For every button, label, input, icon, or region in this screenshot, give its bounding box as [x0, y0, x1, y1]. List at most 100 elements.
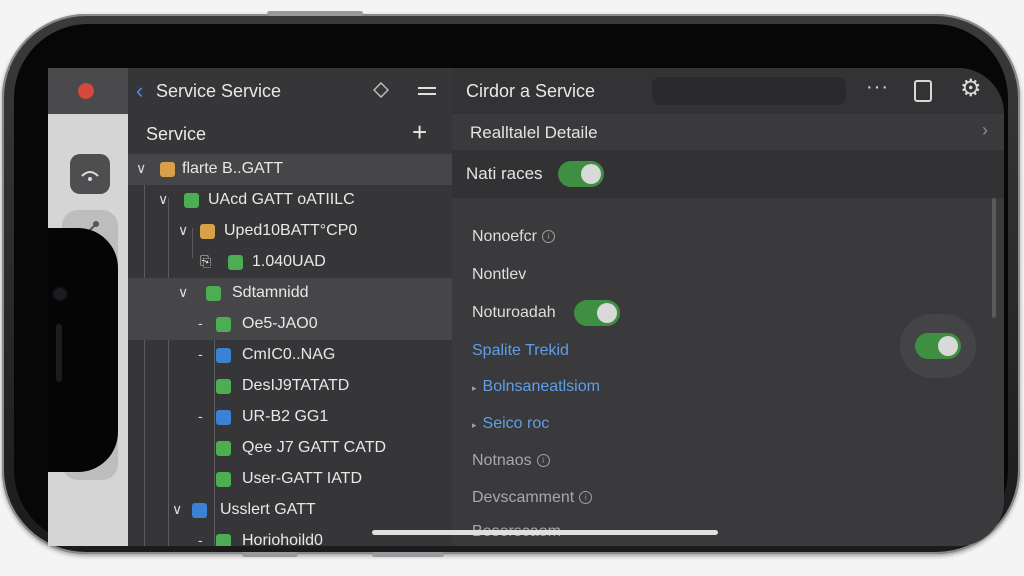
characteristic-icon: [216, 472, 231, 487]
diamond-icon[interactable]: [373, 82, 389, 98]
characteristic-icon: [228, 255, 243, 270]
tree-label: CmIC0..NAG: [242, 346, 336, 363]
detail-title: Cirdor a Service: [466, 81, 596, 101]
setting-toggle[interactable]: [574, 300, 620, 326]
home-indicator[interactable]: [372, 530, 718, 535]
bezel: ‹ Service Service Service + ∨ flarte B..…: [14, 24, 1008, 546]
dash-icon: -: [198, 532, 203, 546]
side-button: [242, 552, 298, 557]
detail-item[interactable]: ▸ Bolnsaneatlsiom: [472, 378, 600, 396]
detail-item-label: Noturoadah: [472, 304, 556, 321]
sidebar-title: Service Service: [156, 81, 282, 101]
floating-toggle[interactable]: [915, 333, 961, 359]
tree-label: DesIJ9TATATD: [242, 377, 350, 394]
chevron-down-icon: ∨: [178, 222, 189, 238]
tree-label: Uped10BATT°CP0: [224, 222, 358, 239]
detail-item-label: Devscamment: [472, 489, 575, 506]
info-icon[interactable]: i: [579, 491, 593, 505]
detail-item-label: Bolnsaneatlsiom: [482, 378, 600, 395]
detail-item-label: Nontlev: [472, 266, 527, 283]
scrollbar[interactable]: [992, 198, 996, 318]
toggle-knob: [938, 336, 958, 356]
tree-row[interactable]: - Oe5-JAO0: [128, 309, 452, 340]
folder-icon: [200, 224, 215, 239]
tree-row[interactable]: ∨ Usslert GATT: [128, 495, 452, 526]
key-icon: [216, 348, 231, 363]
folder-icon: [160, 162, 175, 177]
detail-item[interactable]: Nonoefcr i: [472, 228, 555, 246]
search-field[interactable]: [652, 77, 846, 105]
add-button[interactable]: +: [412, 118, 427, 146]
notifications-toggle[interactable]: [558, 161, 604, 187]
detail-item[interactable]: Noturoadah: [472, 304, 556, 322]
detail-item-label: Nonoefcr: [472, 228, 537, 245]
tree-label: Usslert GATT: [220, 501, 316, 518]
rail-header: [48, 68, 128, 114]
toggle-knob: [581, 164, 601, 184]
tree-label: Horiohoild0: [242, 532, 323, 546]
tree-row[interactable]: Qee J7 GATT CATD: [128, 433, 452, 464]
characteristic-icon: [216, 534, 231, 546]
document-icon: ⎘: [200, 253, 212, 269]
section-header: Service +: [128, 114, 452, 154]
tree-label: Sdtamnidd: [232, 284, 309, 301]
tree-row[interactable]: - CmIC0..NAG: [128, 340, 452, 371]
volume-button: [267, 11, 363, 16]
detail-item-label: Spalite Trekid: [472, 342, 569, 359]
tree-row[interactable]: ∨ flarte B..GATT: [128, 154, 452, 185]
side-button: [372, 552, 444, 557]
tree-row[interactable]: ∨ Sdtamnidd: [128, 278, 452, 309]
sidebar-header: ‹ Service Service: [128, 68, 452, 114]
record-icon[interactable]: [78, 83, 94, 99]
info-icon[interactable]: i: [541, 230, 555, 244]
bullet-icon: ▸: [472, 383, 477, 393]
detail-item-label: Seico roc: [482, 415, 550, 432]
tree-row[interactable]: ∨ UAcd GATT oATIILC: [128, 185, 452, 216]
wifi-icon: [81, 171, 99, 181]
detail-subtitle: Realltalel Detaile: [470, 123, 598, 142]
tree-label: UR-B2 GG1: [242, 408, 329, 425]
tree-row[interactable]: ∨ Uped10BATT°CP0: [128, 216, 452, 247]
tree-label: flarte B..GATT: [182, 160, 284, 177]
camera-notch: [48, 228, 118, 472]
tree-row[interactable]: - UR-B2 GG1: [128, 402, 452, 433]
chevron-right-icon: ›: [982, 120, 988, 140]
info-icon[interactable]: i: [536, 454, 550, 468]
detail-header: Cirdor a Service ··· ⚙: [452, 68, 1004, 114]
phone-frame: ‹ Service Service Service + ∨ flarte B..…: [2, 11, 1020, 557]
service-icon: [184, 193, 199, 208]
rail-button[interactable]: [70, 154, 110, 194]
service-icon: [192, 503, 207, 518]
detail-item-label: Notnaos: [472, 452, 532, 469]
detail-item[interactable]: Spalite Trekid: [472, 342, 569, 360]
tree-row[interactable]: ⎘ 1.040UAD: [128, 247, 452, 278]
detail-item[interactable]: Devscamment i: [472, 489, 593, 507]
toggle-label: Nati races: [466, 164, 543, 183]
service-icon: [206, 286, 221, 301]
toggle-knob: [597, 303, 617, 323]
tree-label: User-GATT IATD: [242, 470, 362, 487]
tree-row[interactable]: User-GATT IATD: [128, 464, 452, 495]
tree-row[interactable]: - Horiohoild0: [128, 526, 452, 546]
tree-label: Qee J7 GATT CATD: [242, 439, 387, 456]
back-chevron-icon[interactable]: ‹: [136, 80, 143, 102]
toggle-row: Nati races: [452, 150, 1004, 198]
detail-item[interactable]: Nontlev: [472, 266, 526, 284]
check-icon: [216, 410, 231, 425]
detail-item[interactable]: Notnaos i: [472, 452, 550, 470]
detail-item[interactable]: ▸ Seico roc: [472, 415, 549, 433]
detail-pane: Cirdor a Service ··· ⚙ Realltalel Detail…: [452, 68, 1004, 546]
detail-subheader[interactable]: Realltalel Detaile ›: [452, 114, 1004, 150]
more-icon[interactable]: ···: [866, 76, 889, 99]
tree-label: 1.040UAD: [252, 253, 326, 270]
chevron-down-icon: ∨: [158, 191, 169, 207]
floating-toggle-container: [900, 314, 976, 378]
characteristic-icon: [216, 317, 231, 332]
sidebar: ‹ Service Service Service + ∨ flarte B..…: [128, 68, 452, 546]
gear-icon[interactable]: ⚙: [960, 76, 982, 102]
section-label: Service: [146, 124, 207, 144]
speaker-grille: [56, 324, 62, 382]
menu-icon[interactable]: [418, 84, 436, 98]
document-icon[interactable]: [914, 80, 932, 102]
tree-row[interactable]: DesIJ9TATATD: [128, 371, 452, 402]
